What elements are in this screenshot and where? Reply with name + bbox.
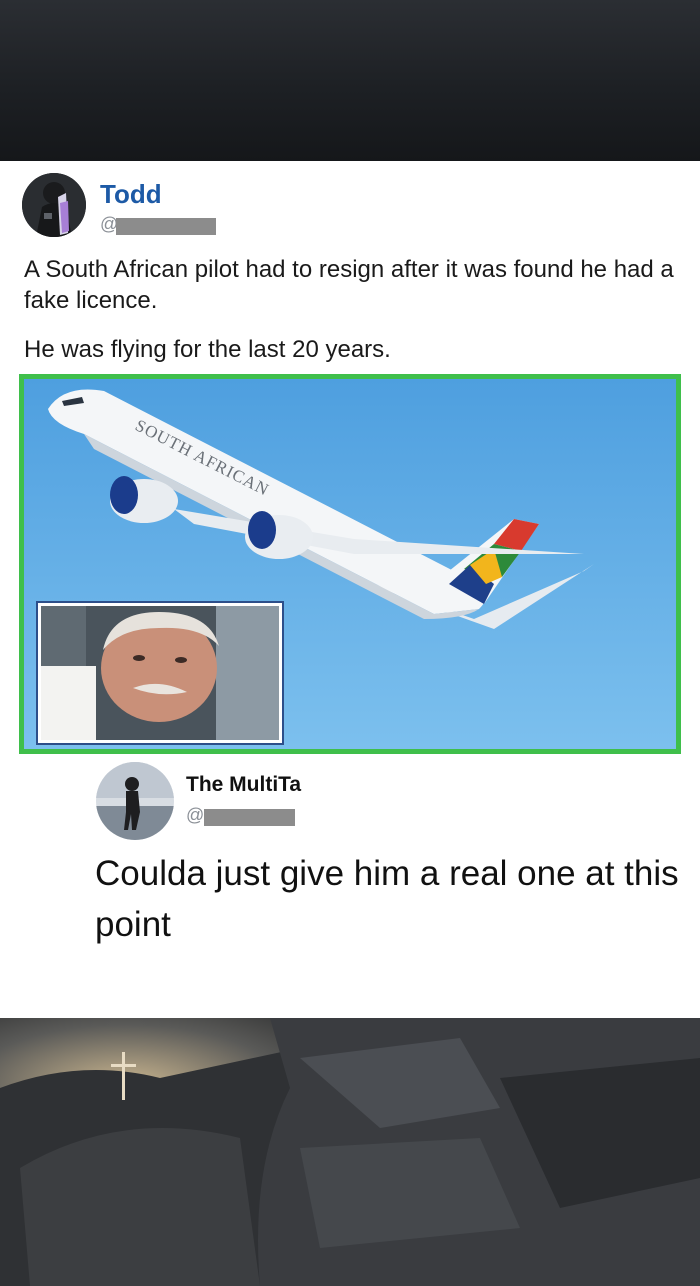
avatar-image [22, 173, 86, 237]
pilot-photo [41, 606, 279, 740]
reply-handle-prefix: @ [186, 805, 205, 825]
post-text: A South African pilot had to resign afte… [24, 256, 674, 314]
reply-text: Coulda just give him a real one at this … [95, 854, 679, 944]
reply-redaction-bar [204, 809, 295, 826]
pilot-inset-photo [36, 601, 284, 745]
author-name[interactable]: Todd [100, 179, 162, 210]
rock-cross-background [0, 1018, 700, 1286]
reply-author-avatar[interactable] [96, 762, 174, 840]
reply-author-name[interactable]: The MultiTa [186, 773, 301, 797]
author-avatar[interactable] [22, 173, 86, 237]
reply-author-handle[interactable]: @ [186, 805, 204, 826]
cross-icon [122, 1052, 125, 1100]
redaction-bar [116, 218, 216, 235]
background-top [0, 0, 700, 161]
post-media-image[interactable]: SOUTH AFRICAN [19, 374, 681, 754]
post-text-secondary: He was flying for the last 20 years. [24, 336, 391, 363]
reply-avatar-image [96, 762, 174, 840]
background-bottom [0, 1018, 700, 1286]
